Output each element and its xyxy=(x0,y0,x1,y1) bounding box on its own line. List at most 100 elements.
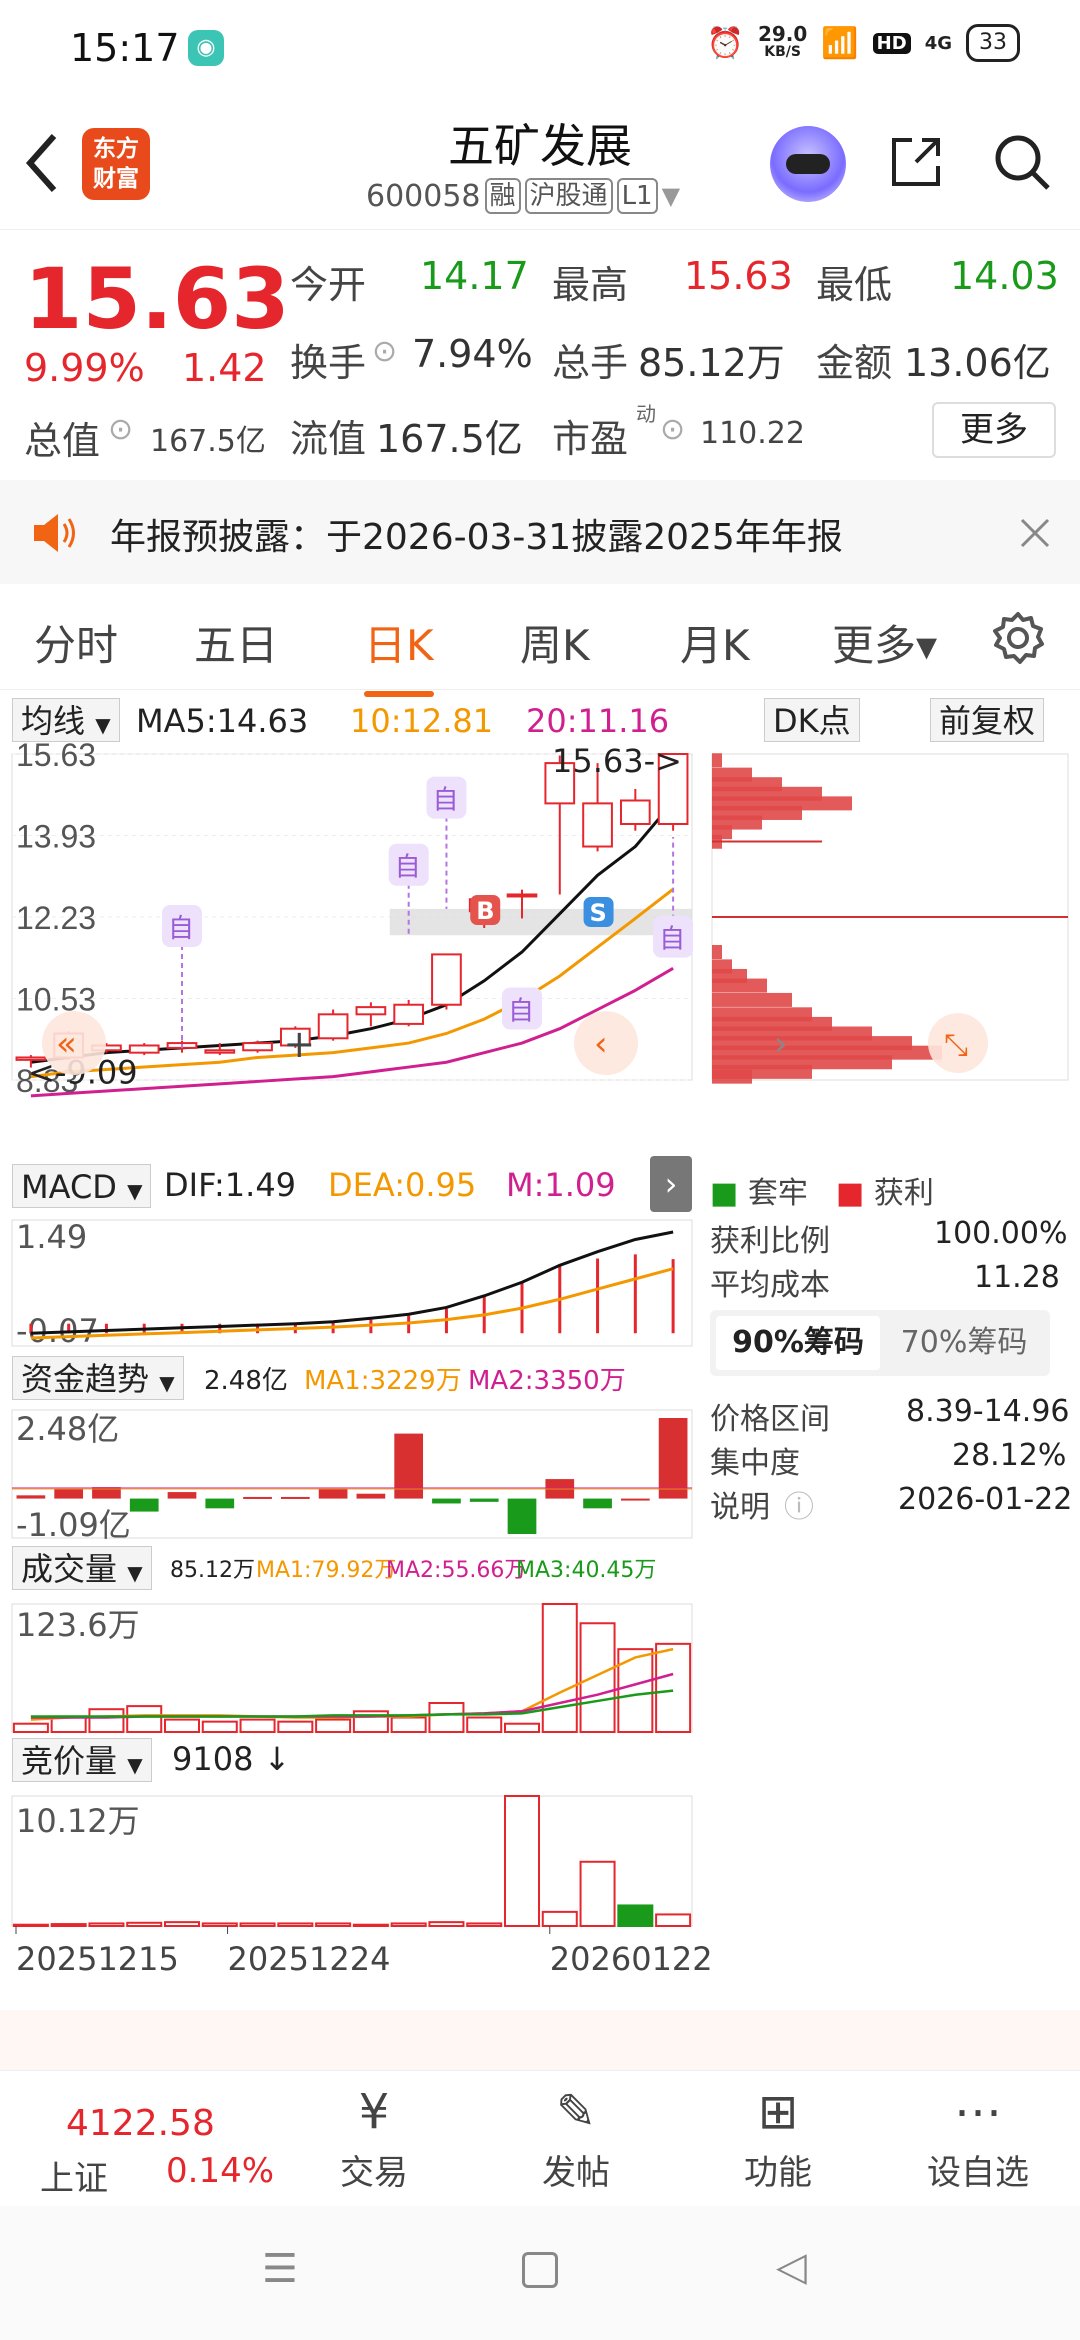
auction-bar xyxy=(50,1923,87,1927)
fund-bar xyxy=(129,1498,159,1512)
volume-y-tick: 123.6万 xyxy=(16,1606,140,1644)
announcement-bar[interactable]: 年报预披露：于2026-03-31披露2025年年报 xyxy=(0,480,1080,584)
avg-cost-value: 11.28 xyxy=(974,1260,1060,1295)
settings-gear-icon[interactable] xyxy=(990,610,1046,666)
index-name[interactable]: 上证 xyxy=(40,2151,108,2200)
candle-body xyxy=(582,802,613,848)
macd-selector[interactable]: MACD ▼ xyxy=(12,1164,152,1208)
auction-bar xyxy=(541,1910,578,1927)
high-marker: 15.63-> xyxy=(552,742,682,780)
tab-weekly-k[interactable]: 周K xyxy=(520,612,590,673)
auction-bar xyxy=(201,1922,238,1927)
auction-bar xyxy=(579,1860,616,1927)
price-range-label: 价格区间 xyxy=(710,1402,830,1437)
amount-value: 13.06亿 xyxy=(904,341,1051,385)
chip-bar xyxy=(712,944,722,959)
tab-90-chip[interactable]: 90%筹码 xyxy=(716,1316,880,1370)
auction-bar xyxy=(617,1904,654,1928)
fund-bar xyxy=(583,1498,612,1509)
chip-bar xyxy=(712,753,722,768)
chip-bar xyxy=(712,978,767,993)
auction-bar xyxy=(88,1922,125,1927)
auction-bar xyxy=(315,1922,352,1927)
fund-y-tick-bottom: -1.09亿 xyxy=(16,1506,131,1544)
index-value[interactable]: 4122.58 xyxy=(66,2103,215,2144)
trade-button[interactable]: ¥ 交易 xyxy=(314,2079,434,2194)
macd-dif: DIF:1.49 xyxy=(164,1166,297,1204)
profit-ratio-value: 100.00% xyxy=(934,1216,1068,1251)
pe-info-icon[interactable]: ⊙ xyxy=(660,412,685,447)
close-icon[interactable] xyxy=(1018,516,1052,550)
expand-chevron-icon[interactable]: › xyxy=(650,1156,692,1212)
volume-selector[interactable]: 成交量 ▼ xyxy=(12,1546,152,1590)
note-label: 说明 xyxy=(710,1490,770,1525)
trade-icon: ¥ xyxy=(358,2084,390,2140)
chip-bar xyxy=(712,992,792,1007)
tag-margin: 融 xyxy=(484,178,521,214)
volume-indicator-value: 85.12万 xyxy=(170,1558,255,1583)
zi-marker-2: 自 xyxy=(395,853,421,883)
share-icon[interactable] xyxy=(886,132,946,192)
turnover-value: 7.94% xyxy=(412,332,533,376)
volume-bar xyxy=(579,1622,616,1734)
note-info-icon[interactable]: ⓘ xyxy=(784,1482,814,1526)
tab-70-chip[interactable]: 70%筹码 xyxy=(882,1316,1046,1370)
candle-body xyxy=(619,799,651,825)
candle-body xyxy=(431,953,462,1006)
turnover-info-icon[interactable]: ⊙ xyxy=(372,334,397,369)
kline-y-tick: 10.53 xyxy=(16,982,96,1018)
macd-dea: DEA:0.95 xyxy=(328,1166,477,1204)
volume-bar xyxy=(277,1720,314,1734)
chart-area: 均线 ▼ MA5:14.63 10:12.81 20:11.16 DK点 前复权… xyxy=(0,690,1080,2020)
buy-marker: B xyxy=(476,897,494,925)
home-icon[interactable] xyxy=(522,2252,558,2288)
low-value: 14.03 xyxy=(950,254,1059,298)
volume-bar xyxy=(201,1720,238,1734)
open-value: 14.17 xyxy=(420,254,529,298)
ai-assistant-avatar[interactable] xyxy=(770,126,846,202)
tab-five-day[interactable]: 五日 xyxy=(194,612,278,673)
tab-monthly-k[interactable]: 月K xyxy=(680,612,750,673)
back-nav-icon[interactable]: ◁ xyxy=(776,2244,807,2290)
fullscreen-glyph: ⤡ xyxy=(944,1028,968,1063)
functions-button[interactable]: ⊞ 功能 xyxy=(718,2079,838,2194)
status-bar: 15:17 ◉ ⏰ 29.0 KB/S 📶 HD 4G 33 xyxy=(0,0,1080,96)
volume-bar xyxy=(12,1722,49,1733)
volume-bar xyxy=(655,1642,692,1734)
candle-body xyxy=(128,1044,160,1054)
edit-icon: ✎ xyxy=(555,2084,597,2140)
price-range-value: 8.39-14.96 xyxy=(906,1394,1070,1429)
stock-code-row[interactable]: 600058 融 沪股通 L1 ▼ xyxy=(366,178,680,214)
macd-line-dif xyxy=(30,1230,674,1335)
fund-trend-ma2: MA2:3350万 xyxy=(468,1366,626,1396)
menu-icon[interactable]: ☰ xyxy=(262,2246,298,2292)
amount-label: 金额 xyxy=(816,341,893,385)
tab-intraday[interactable]: 分时 xyxy=(34,612,118,673)
search-icon[interactable] xyxy=(990,130,1054,194)
quote-panel: 15.63 9.99% 1.42 总值 ⊙ 167.5亿 今开 14.17 最高… xyxy=(0,232,1080,480)
pe-value: 110.22 xyxy=(700,416,805,451)
mktcap-label: 总值 xyxy=(24,419,101,463)
auction-bar xyxy=(428,1921,465,1927)
tab-more[interactable]: 更多▾ xyxy=(832,612,937,673)
post-button[interactable]: ✎ 发帖 xyxy=(516,2079,636,2194)
info-icon[interactable]: ⊙ xyxy=(108,412,133,447)
tab-daily-k[interactable]: 日K xyxy=(364,612,434,697)
chip-bar xyxy=(712,1069,752,1084)
auction-bar xyxy=(239,1922,276,1927)
volume-bar xyxy=(617,1648,654,1733)
auction-volume-selector[interactable]: 竞价量 ▼ xyxy=(12,1738,152,1782)
pe-sup: 动 xyxy=(636,402,656,426)
index-change[interactable]: 0.14% xyxy=(166,2151,274,2191)
add-watchlist-button[interactable]: ⋯ 设自选 xyxy=(918,2079,1038,2194)
auction-volume-value: 9108 ↓ xyxy=(172,1740,291,1778)
volume-bar xyxy=(541,1603,578,1733)
more-button[interactable]: 更多 xyxy=(932,402,1056,458)
stock-header: 东方 财富 五矿发展 600058 融 沪股通 L1 ▼ xyxy=(0,100,1080,230)
volume-bar xyxy=(390,1716,427,1733)
volume-label: 总手 xyxy=(552,341,629,385)
fund-trend-selector[interactable]: 资金趋势 ▼ xyxy=(12,1356,184,1400)
stock-code: 600058 xyxy=(366,178,481,214)
fund-bar xyxy=(356,1493,386,1499)
fund-bar xyxy=(318,1488,348,1499)
